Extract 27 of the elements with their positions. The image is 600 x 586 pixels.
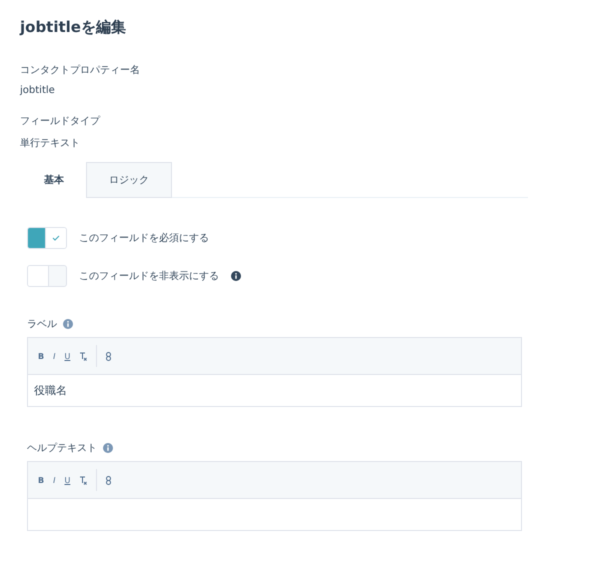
clear-format-icon[interactable]	[79, 476, 88, 484]
field-value: 単行テキスト	[20, 137, 80, 150]
format-button[interactable]: B	[38, 476, 44, 484]
format-button[interactable]: I	[53, 352, 56, 360]
info-icon[interactable]	[231, 271, 241, 281]
clear-format-icon[interactable]	[79, 352, 88, 360]
toggle-label: このフィールドを非表示にする	[79, 270, 219, 283]
link-icon[interactable]	[106, 476, 112, 484]
format-button[interactable]: B	[38, 352, 44, 360]
format-button[interactable]: I	[53, 476, 56, 484]
editor-label: ヘルプテキスト	[27, 442, 97, 455]
editor-label: ラベル	[27, 318, 57, 331]
field-value: jobtitle	[20, 85, 55, 96]
link-icon[interactable]	[106, 352, 112, 360]
toggle-label: このフィールドを必須にする	[79, 232, 209, 245]
format-button[interactable]: U	[64, 352, 70, 360]
page-title: jobtitleを編集	[20, 18, 127, 37]
field-label: フィールドタイプ	[20, 114, 100, 128]
tab[interactable]: ロジック	[86, 162, 172, 198]
format-button[interactable]: U	[64, 476, 70, 484]
rich-text-editor[interactable]: B I U	[27, 461, 522, 531]
toggle-switch[interactable]	[27, 227, 67, 249]
editor-text: 役職名	[34, 383, 67, 398]
toggle-switch[interactable]	[27, 265, 67, 287]
check-icon	[52, 235, 60, 241]
field-label: コンタクトプロパティー名	[20, 64, 140, 77]
rich-text-editor[interactable]: B I U 役職名	[27, 337, 522, 407]
